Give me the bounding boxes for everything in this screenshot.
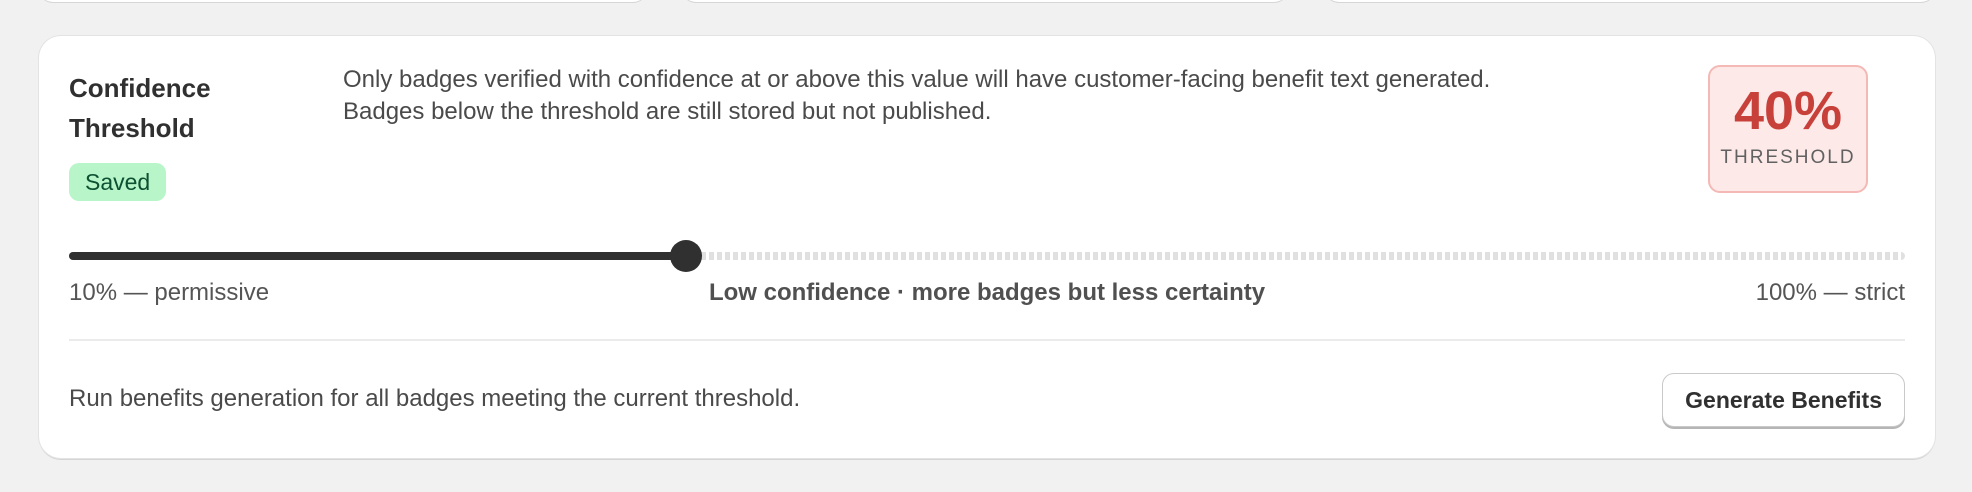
threshold-value: 40% xyxy=(1733,81,1843,141)
threshold-label: THRESHOLD xyxy=(1720,147,1856,168)
status-badge: Saved xyxy=(69,163,167,201)
card-description: Only badges verified with confidence at … xyxy=(343,64,1673,128)
threshold-display: 40% THRESHOLD xyxy=(1708,65,1868,193)
slider-fill xyxy=(69,252,687,260)
generate-benefits-button[interactable]: Generate Benefits xyxy=(1662,373,1905,427)
card-title: Confidence Threshold xyxy=(69,73,211,143)
threshold-slider[interactable] xyxy=(69,240,1905,272)
run-description: Run benefits generation for all badges m… xyxy=(69,385,801,412)
divider xyxy=(69,339,1905,341)
slider-hint: Low confidence · more badges but less ce… xyxy=(708,279,1266,306)
top-card-3 xyxy=(1325,0,1935,2)
slider-thumb[interactable] xyxy=(670,240,703,272)
description-line-2: Badges below the threshold are still sto… xyxy=(343,98,992,125)
top-card-1 xyxy=(39,0,647,2)
slider-max-label: 100% — strict xyxy=(1755,279,1905,306)
confidence-threshold-card: Confidence Threshold Saved Only badges v… xyxy=(39,36,1935,458)
top-card-2 xyxy=(682,0,1288,2)
description-line-1: Only badges verified with confidence at … xyxy=(343,66,1491,93)
